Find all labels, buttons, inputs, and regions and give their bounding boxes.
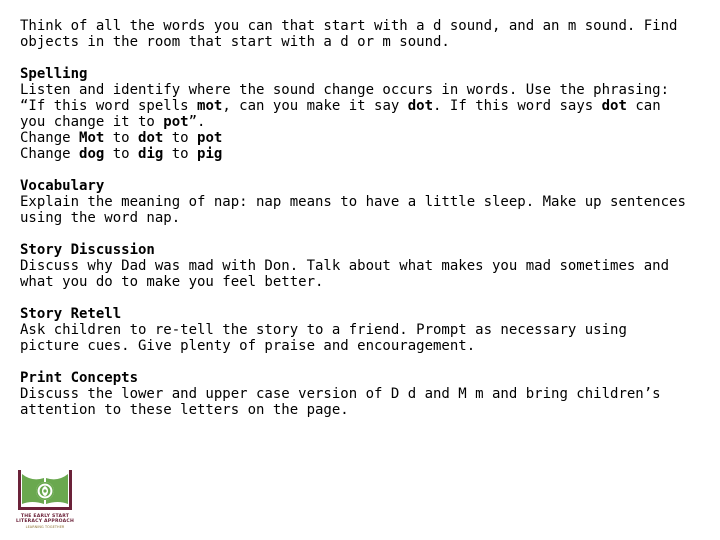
section-line: Ask children to re-tell the story to a f… — [20, 322, 627, 338]
slide-canvas: Think of all the words you can that star… — [0, 0, 720, 540]
emphasised-word: dot — [138, 130, 164, 146]
intro-block: Think of all the words you can that star… — [20, 18, 704, 50]
section-heading: Print Concepts — [20, 370, 139, 386]
logo-tagline: LEARNING TOGETHER — [25, 524, 65, 529]
emphasised-word: pot — [163, 114, 189, 130]
section-line: attention to these letters on the page. — [20, 402, 349, 418]
emphasised-word: pot — [197, 130, 223, 146]
section-print-concepts: Print Concepts Discuss the lower and upp… — [20, 370, 704, 418]
section-story-discussion: Story Discussion Discuss why Dad was mad… — [20, 242, 704, 290]
section-line: Explain the meaning of nap: nap means to… — [20, 194, 686, 210]
section-line: you change it to pot”. — [20, 114, 206, 130]
open-book-logo-icon — [14, 470, 76, 512]
publisher-logo: THE EARLY START LITERACY APPROACH LEARNI… — [12, 470, 78, 534]
emphasised-word: dot — [601, 98, 627, 114]
section-heading: Story Discussion — [20, 242, 155, 258]
intro-line: objects in the room that start with a d … — [20, 34, 450, 50]
section-line: Discuss the lower and upper case version… — [20, 386, 661, 402]
emphasised-word: mot — [197, 98, 223, 114]
section-heading: Spelling — [20, 66, 88, 82]
section-line: “If this word spells mot, can you make i… — [20, 98, 661, 114]
section-line: Listen and identify where the sound chan… — [20, 82, 670, 98]
section-spelling: Spelling Listen and identify where the s… — [20, 66, 704, 162]
emphasised-word: dot — [407, 98, 434, 114]
intro-line: Think of all the words you can that star… — [20, 18, 678, 34]
section-line: Discuss why Dad was mad with Don. Talk a… — [20, 258, 670, 274]
lesson-content: Think of all the words you can that star… — [20, 18, 704, 418]
book-pages-icon — [22, 474, 68, 504]
section-line: Change dog to dig to pig — [20, 146, 223, 162]
section-heading: Story Retell — [20, 306, 122, 322]
section-line: picture cues. Give plenty of praise and … — [20, 338, 476, 354]
section-heading: Vocabulary — [20, 178, 105, 194]
section-line: using the word nap. — [20, 210, 181, 226]
section-line: what you do to make you feel better. — [20, 274, 324, 290]
emphasised-word: dog — [79, 146, 105, 162]
section-line: Change Mot to dot to pot — [20, 130, 223, 146]
emphasised-word: dig — [138, 146, 164, 162]
emphasised-word: Mot — [79, 130, 105, 146]
emphasised-word: pig — [197, 146, 223, 162]
logo-wordmark: THE EARLY START LITERACY APPROACH LEARNI… — [12, 514, 78, 529]
section-story-retell: Story Retell Ask children to re-tell the… — [20, 306, 704, 354]
section-vocabulary: Vocabulary Explain the meaning of nap: n… — [20, 178, 704, 226]
